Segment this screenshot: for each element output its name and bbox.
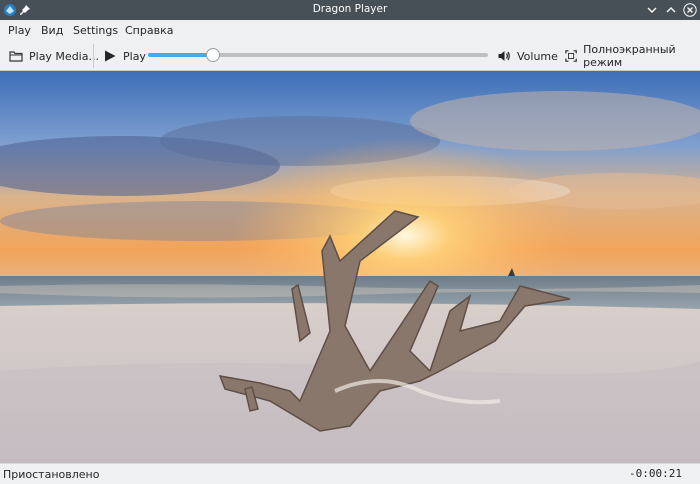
- menu-help[interactable]: Справка: [125, 24, 173, 37]
- toolbar: Play Media... Play Volume Полноэкранный …: [0, 42, 700, 71]
- fullscreen-label: Полноэкранный режим: [583, 43, 676, 69]
- video-display[interactable]: [0, 71, 700, 463]
- menu-settings[interactable]: Settings: [73, 24, 118, 37]
- volume-button[interactable]: Volume: [497, 47, 558, 65]
- status-text: Приостановлено: [3, 468, 100, 481]
- maximize-icon[interactable]: [664, 3, 678, 17]
- play-label: Play: [123, 49, 146, 63]
- title-bar: Dragon Player: [0, 0, 700, 20]
- close-icon[interactable]: [683, 3, 697, 17]
- video-frame: [0, 71, 700, 463]
- speaker-icon: [498, 51, 510, 61]
- status-bar: Приостановлено -0:00:21: [0, 463, 700, 484]
- seek-slider[interactable]: [148, 48, 488, 62]
- toolbar-separator: [93, 44, 94, 68]
- time-remaining: -0:00:21: [629, 467, 682, 480]
- menu-view[interactable]: Вид: [41, 24, 63, 37]
- seek-progress: [148, 53, 213, 57]
- window-title: Dragon Player: [312, 3, 388, 15]
- menu-play[interactable]: Play: [8, 24, 31, 37]
- fullscreen-icon: [565, 50, 577, 62]
- play-media-button[interactable]: Play Media...: [9, 47, 99, 65]
- fullscreen-button[interactable]: Полноэкранный режим: [565, 43, 700, 69]
- play-media-label: Play Media...: [29, 49, 99, 63]
- menu-bar: Play Вид Settings Справка: [0, 20, 700, 42]
- seek-handle[interactable]: [205, 48, 220, 62]
- minimize-icon[interactable]: [645, 3, 659, 17]
- play-icon: [105, 50, 116, 62]
- play-button[interactable]: Play: [103, 47, 146, 65]
- volume-label: Volume: [517, 49, 558, 63]
- folder-icon: [9, 51, 23, 62]
